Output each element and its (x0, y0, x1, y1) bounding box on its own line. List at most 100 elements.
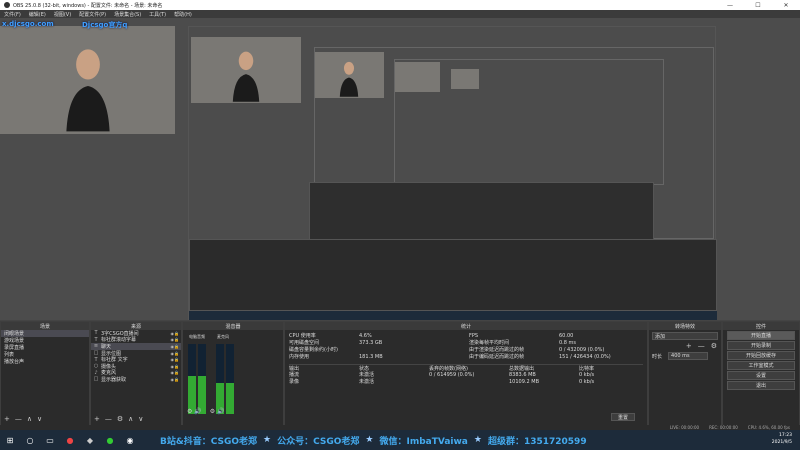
menu-file[interactable]: 文件(F) (4, 11, 21, 18)
app-icon[interactable]: ◆ (83, 433, 97, 447)
nested-docks (189, 239, 717, 311)
stat-row: CPU 使用率 4.6% FPS 60.00 (289, 332, 643, 340)
transition-settings-icon[interactable]: ⚙ (711, 342, 717, 350)
stat-label: 内存使用 (289, 354, 310, 360)
wechat-icon[interactable]: ● (103, 433, 117, 447)
mixer-controls: ⚙ 🔊 ⚙ 🔊 (187, 408, 225, 415)
brand-text-left: x.djcsgo.com (2, 20, 54, 28)
visibility-lock-icon[interactable]: ◉🔒 (171, 344, 179, 349)
controls-title: 控件 (723, 322, 799, 330)
menu-edit[interactable]: 编辑(E) (29, 11, 46, 18)
transition-type-select[interactable]: 添加 (652, 332, 718, 340)
task-view-icon[interactable]: ▭ (43, 433, 57, 447)
scene-item[interactable]: 列表 (1, 351, 89, 358)
visibility-lock-icon[interactable]: ◉🔒 (171, 364, 179, 369)
start-recording-button[interactable]: 开始录制 (727, 341, 795, 350)
reset-stats-button[interactable]: 重置 (611, 413, 635, 421)
chrome-icon[interactable]: ● (63, 433, 77, 447)
stat-row: 磁盘容量剩余约(小时) 由于渲染延迟而跳过的帧 0 / 432009 (0.0%… (289, 346, 643, 354)
output-name: 播流 (289, 372, 300, 378)
volume-meter-mic (216, 344, 224, 414)
scene-item[interactable]: 录屏直播 (1, 344, 89, 351)
source-item[interactable]: □ 显示器获取 ◉🔒 (91, 376, 181, 383)
transitions-dock: 转场特效 添加 + — ⚙ 时长 400 ms (648, 321, 722, 426)
menu-tools[interactable]: 工具(T) (149, 11, 166, 18)
output-name: 录像 (289, 379, 300, 385)
output-header-row: 输出 状态 丢弃的帧数(网络) 总数据输出 比特率 (289, 364, 643, 372)
monitor-icon: □ (93, 376, 99, 383)
image-icon: □ (93, 350, 99, 357)
volume-meter-mic (226, 344, 234, 414)
star-icon: ★ (473, 435, 482, 445)
stat-value: 373.3 GB (359, 339, 383, 346)
obs-taskbar-icon[interactable]: ◉ (123, 433, 137, 447)
speaker-icon[interactable]: 🔊 (194, 408, 201, 415)
bitrate: 0 kb/s (579, 378, 595, 385)
menu-profile[interactable]: 配置文件(P) (79, 11, 106, 18)
stat-label: 渲染每帧平均时间 (469, 340, 510, 346)
close-button[interactable]: ✕ (772, 0, 800, 10)
move-up-icon[interactable]: ∧ (128, 415, 133, 423)
clock-time: 17:23 (779, 433, 792, 438)
preview-canvas[interactable]: x.djcsgo.com Djcsgo官方q (0, 18, 800, 320)
ticker-text: B站&抖音：CSGO老郑 (160, 436, 258, 447)
stat-row: 可用磁盘空间 373.3 GB 渲染每帧平均时间 0.8 ms (289, 339, 643, 347)
add-source-button[interactable]: + (94, 415, 100, 423)
maximize-button[interactable]: ☐ (744, 0, 772, 10)
title-bar: OBS 25.0.8 (32-bit, windows) - 配置文件: 未命名… (0, 0, 800, 10)
visibility-lock-icon[interactable]: ◉🔒 (171, 357, 179, 362)
scenes-title: 场景 (1, 322, 89, 330)
add-scene-button[interactable]: + (4, 415, 10, 423)
minimize-button[interactable]: — (716, 0, 744, 10)
remove-transition-button[interactable]: — (698, 342, 705, 350)
dock-area: 场景 闭眼场景 游戏场景 录屏直播 列表 播放台声 + — ∧ ∨ 来源 T 3字… (0, 320, 800, 426)
scene-item[interactable]: 播放台声 (1, 358, 89, 365)
stats-dock: 统计 CPU 使用率 4.6% FPS 60.00 可用磁盘空间 373.3 G… (284, 321, 648, 426)
visibility-lock-icon[interactable]: ◉🔒 (171, 351, 179, 356)
studio-mode-button[interactable]: 工作室模式 (727, 361, 795, 370)
nested-taskbar (189, 311, 717, 320)
visibility-lock-icon[interactable]: ◉🔒 (171, 331, 179, 336)
speaker-icon[interactable]: 🔊 (217, 408, 224, 415)
exit-button[interactable]: 退出 (727, 381, 795, 390)
brand-text-right: Djcsgo官方q (82, 21, 128, 29)
visibility-lock-icon[interactable]: ◉🔒 (171, 377, 179, 382)
stat-label: 可用磁盘空间 (289, 340, 320, 346)
menu-help[interactable]: 帮助(H) (174, 11, 192, 18)
start-streaming-button[interactable]: 开始直播 (727, 331, 795, 340)
system-clock[interactable]: 17:23 2021/9/5 (772, 432, 792, 446)
duration-input[interactable]: 400 ms (668, 352, 709, 360)
scene-item[interactable]: 闭眼场景 (1, 330, 89, 337)
add-transition-button[interactable]: + (686, 342, 692, 350)
move-up-icon[interactable]: ∧ (27, 415, 32, 423)
stat-row: 内存使用 181.3 MB 由于编码延迟而跳过的帧 151 / 426434 (… (289, 353, 643, 361)
stat-value: 4.6% (359, 332, 372, 339)
transitions-title: 转场特效 (649, 322, 721, 330)
source-settings-icon[interactable]: ⚙ (117, 415, 123, 423)
channel-label: 麦克风 (217, 334, 229, 339)
stat-label: CPU 使用率 (289, 333, 316, 339)
settings-icon[interactable]: ⚙ (187, 408, 192, 415)
remove-scene-button[interactable]: — (15, 415, 22, 423)
start-replay-buffer-button[interactable]: 开始回放缓存 (727, 351, 795, 360)
settings-button[interactable]: 设置 (727, 371, 795, 380)
text-icon: T (94, 356, 98, 363)
sources-dock: 来源 T 3字CSGO直播间 ◉🔒 T 标社群滚动字幕 ◉🔒 ≡ 聊天 ◉🔒 □ 显示位图 ◉🔒… (90, 321, 182, 426)
microphone-icon: ♪ (94, 369, 98, 376)
visibility-lock-icon[interactable]: ◉🔒 (171, 337, 179, 342)
move-down-icon[interactable]: ∨ (37, 415, 42, 423)
search-icon[interactable]: ○ (23, 433, 37, 447)
windows-start-icon[interactable]: ⊞ (3, 433, 17, 447)
ticker-text: 微信：ImbaTVaiwa (379, 436, 468, 447)
visibility-lock-icon[interactable]: ◉🔒 (171, 370, 179, 375)
menu-scene-collection[interactable]: 场景集合(S) (114, 11, 141, 18)
settings-icon[interactable]: ⚙ (210, 408, 215, 415)
output-row: 录像 未激活 10109.2 MB 0 kb/s (289, 378, 643, 386)
move-down-icon[interactable]: ∨ (138, 415, 143, 423)
output-status: 未激活 (359, 379, 375, 385)
scene-item[interactable]: 游戏场景 (1, 337, 89, 344)
remove-source-button[interactable]: — (105, 415, 112, 423)
sources-title: 来源 (91, 322, 181, 330)
menu-view[interactable]: 视图(V) (54, 11, 71, 18)
volume-meter-desktop (188, 344, 196, 414)
